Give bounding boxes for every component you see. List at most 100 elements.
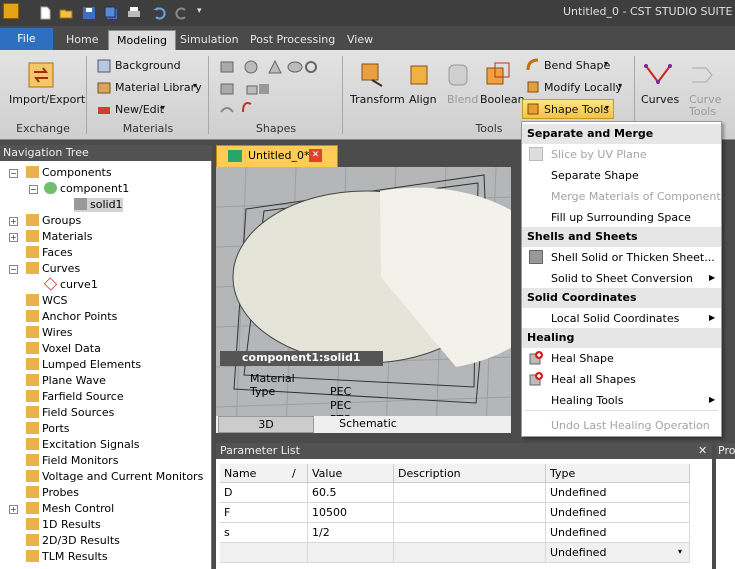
tree-item-solid1[interactable]: solid1 <box>74 198 123 212</box>
tree-item-voxel-data[interactable]: Voxel Data <box>26 342 101 356</box>
close-panel-icon[interactable]: ✕ <box>698 443 707 459</box>
table-cell[interactable]: Undefined <box>546 483 690 503</box>
tree-item-field-monitors[interactable]: Field Monitors <box>26 454 118 468</box>
3d-viewport[interactable]: component1:solid1 Material Type PEC PEC … <box>216 167 511 433</box>
app-logo-icon[interactable] <box>3 3 19 19</box>
tab-3d[interactable]: 3D <box>218 416 314 433</box>
tab-modeling[interactable]: Modeling <box>108 30 177 50</box>
transform-button[interactable]: Transform <box>350 93 405 106</box>
table-cell[interactable] <box>220 543 308 563</box>
align-button[interactable]: Align <box>409 93 437 106</box>
tree-item-tlm-results[interactable]: TLM Results <box>26 550 108 564</box>
menu-item-solid-to-sheet[interactable]: Solid to Sheet Conversion <box>551 272 693 285</box>
type-dropdown-icon[interactable]: ▾ <box>678 547 682 556</box>
expand-toggle[interactable]: − <box>29 185 38 194</box>
column-header-description[interactable]: Description <box>394 464 546 483</box>
redo-icon[interactable] <box>175 6 189 20</box>
column-header-sort[interactable]: / <box>288 464 308 483</box>
tree-item-field-sources[interactable]: Field Sources <box>26 406 114 420</box>
tree-item-farfield-source[interactable]: Farfield Source <box>26 390 124 404</box>
table-cell[interactable]: D <box>220 483 308 503</box>
undo-icon[interactable] <box>152 6 166 20</box>
tab-schematic[interactable]: Schematic <box>316 416 420 433</box>
tree-item-wires[interactable]: Wires <box>26 326 72 340</box>
menu-item-undo-last-healing[interactable]: Undo Last Healing Operation <box>551 419 710 432</box>
material-library-dropdown-icon[interactable]: ▾ <box>193 81 197 90</box>
tree-item-plane-wave[interactable]: Plane Wave <box>26 374 106 388</box>
tree-item-curves[interactable]: Curves <box>26 262 80 276</box>
modify-locally-button[interactable]: Modify Locally <box>544 81 622 94</box>
expand-toggle[interactable]: − <box>9 169 18 178</box>
menu-item-heal-shape[interactable]: Heal Shape <box>551 352 614 365</box>
boolean-button[interactable]: Boolean <box>480 93 525 106</box>
column-header-type[interactable]: Type <box>546 464 690 483</box>
bend-shape-dropdown-icon[interactable]: ▾ <box>604 59 608 68</box>
tab-home[interactable]: Home <box>58 30 106 50</box>
modify-locally-dropdown-icon[interactable]: ▾ <box>618 81 622 90</box>
tree-item-faces[interactable]: Faces <box>26 246 73 260</box>
menu-item-fill-up-space[interactable]: Fill up Surrounding Space <box>551 211 691 224</box>
tree-item-components[interactable]: Components <box>26 166 112 180</box>
table-cell[interactable] <box>308 543 394 563</box>
table-cell[interactable] <box>394 483 546 503</box>
column-header-value[interactable]: Value <box>308 464 394 483</box>
menu-item-local-solid-coordinates[interactable]: Local Solid Coordinates <box>551 312 679 325</box>
tree-item-curve1[interactable]: curve1 <box>43 277 98 292</box>
tree-item-anchor-points[interactable]: Anchor Points <box>26 310 117 324</box>
save-icon[interactable] <box>82 6 96 20</box>
tree-item-2d3d-results[interactable]: 2D/3D Results <box>26 534 120 548</box>
expand-toggle[interactable]: − <box>9 265 18 274</box>
print-icon[interactable] <box>127 6 141 20</box>
expand-toggle[interactable]: + <box>9 233 18 242</box>
close-tab-icon[interactable]: ✕ <box>309 149 322 162</box>
expand-toggle[interactable]: + <box>9 505 18 514</box>
tab-simulation[interactable]: Simulation <box>172 30 247 50</box>
tree-item-mesh-control[interactable]: Mesh Control <box>26 502 114 516</box>
tree-item-component1[interactable]: component1 <box>44 182 129 196</box>
menu-item-heal-all-shapes[interactable]: Heal all Shapes <box>551 373 636 386</box>
tree-item-voltage-current-monitors[interactable]: Voltage and Current Monitors <box>26 470 203 484</box>
tree-item-lumped-elements[interactable]: Lumped Elements <box>26 358 141 372</box>
menu-item-healing-tools[interactable]: Healing Tools <box>551 394 623 407</box>
tree-item-ports[interactable]: Ports <box>26 422 70 436</box>
bend-shape-button[interactable]: Bend Shape <box>544 59 610 72</box>
menu-item-merge-materials[interactable]: Merge Materials of Component <box>551 190 721 203</box>
menu-item-slice-by-uv-plane[interactable]: Slice by UV Plane <box>551 148 647 161</box>
new-edit-button[interactable]: New/Edit <box>115 103 164 116</box>
tree-item-wcs[interactable]: WCS <box>26 294 68 308</box>
tab-view[interactable]: View <box>339 30 381 50</box>
document-tab[interactable]: Untitled_0* ✕ <box>216 145 338 167</box>
tab-file[interactable]: File <box>0 28 53 50</box>
new-edit-dropdown-icon[interactable]: ▾ <box>161 103 165 112</box>
curves-button[interactable]: Curves <box>641 93 679 106</box>
tree-item-probes[interactable]: Probes <box>26 486 79 500</box>
expand-toggle[interactable]: + <box>9 217 18 226</box>
table-cell[interactable]: 1/2 <box>308 523 394 543</box>
table-cell[interactable]: Undefined <box>546 523 690 543</box>
open-folder-icon[interactable] <box>59 6 73 20</box>
blend-button[interactable]: Blend <box>447 93 478 106</box>
menu-item-separate-shape[interactable]: Separate Shape <box>551 169 639 182</box>
background-button[interactable]: Background <box>115 59 181 72</box>
material-library-button[interactable]: Material Library <box>115 81 202 94</box>
table-cell[interactable] <box>394 523 546 543</box>
table-cell[interactable] <box>394 503 546 523</box>
save-all-icon[interactable] <box>104 6 118 20</box>
import-export-button[interactable]: Import/Export <box>9 93 85 106</box>
tree-item-materials[interactable]: Materials <box>26 230 92 244</box>
table-cell[interactable]: s <box>220 523 308 543</box>
new-file-icon[interactable] <box>38 6 52 20</box>
shape-primitives-icons[interactable] <box>219 58 339 114</box>
type-select[interactable]: Undefined <box>546 543 690 563</box>
table-cell[interactable]: F <box>220 503 308 523</box>
table-cell[interactable]: Undefined <box>546 503 690 523</box>
table-cell[interactable] <box>394 543 546 563</box>
tree-item-1d-results[interactable]: 1D Results <box>26 518 101 532</box>
table-cell[interactable]: 60.5 <box>308 483 394 503</box>
tree-item-excitation-signals[interactable]: Excitation Signals <box>26 438 140 452</box>
menu-item-shell-solid[interactable]: Shell Solid or Thicken Sheet... <box>551 251 715 264</box>
tab-post-processing[interactable]: Post Processing <box>242 30 343 50</box>
table-cell[interactable]: 10500 <box>308 503 394 523</box>
quick-access-dropdown-icon[interactable]: ▾ <box>197 6 211 20</box>
tree-item-groups[interactable]: Groups <box>26 214 81 228</box>
